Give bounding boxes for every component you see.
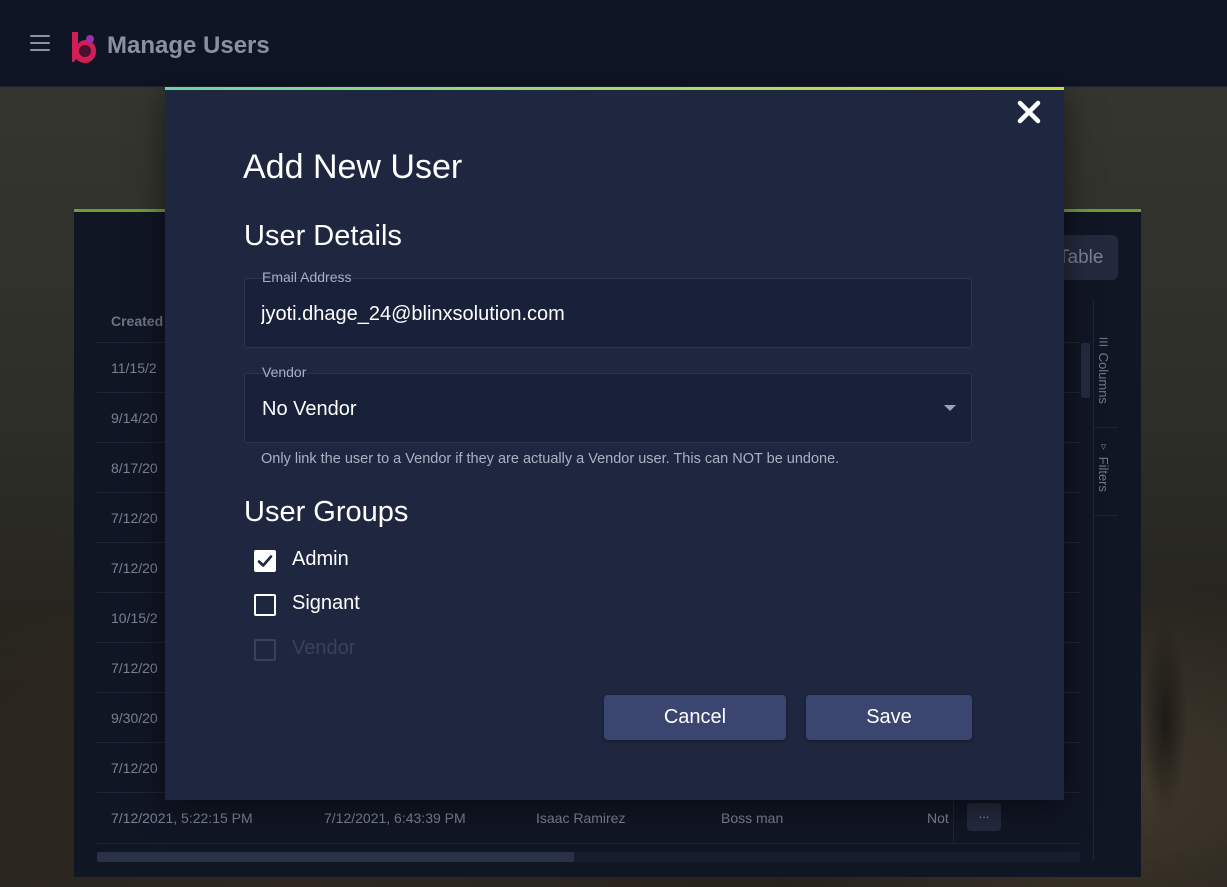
app-bar: Manage Users (0, 0, 1227, 87)
checkbox-label: Vendor (292, 637, 356, 659)
cancel-button[interactable]: Cancel (604, 695, 786, 740)
page-title: Manage Users (107, 32, 270, 59)
checkbox[interactable] (254, 550, 276, 572)
save-button[interactable]: Save (806, 695, 972, 740)
app-logo-icon (72, 32, 96, 63)
user-details-heading: User Details (244, 220, 402, 252)
close-icon[interactable] (1015, 98, 1043, 126)
dialog-accent-bar (165, 87, 1064, 90)
checkbox[interactable] (254, 594, 276, 616)
vendor-label: Vendor (262, 364, 307, 380)
email-input[interactable] (261, 299, 951, 329)
checkbox-label[interactable]: Signant (292, 592, 360, 615)
vendor-selected-value: No Vendor (262, 398, 357, 420)
dialog-title: Add New User (243, 148, 463, 186)
hamburger-menu-icon[interactable] (30, 35, 50, 51)
email-field[interactable]: Email Address (244, 269, 972, 348)
add-user-dialog (165, 87, 1064, 800)
vendor-select[interactable]: Vendor No Vendor (244, 364, 972, 443)
checkbox-label[interactable]: Admin (292, 548, 349, 571)
dropdown-caret-icon[interactable] (944, 405, 956, 411)
checkmark-icon (257, 555, 273, 567)
vendor-helper-text: Only link the user to a Vendor if they a… (261, 451, 840, 467)
email-label: Email Address (262, 269, 352, 285)
checkbox (254, 639, 276, 661)
user-groups-heading: User Groups (244, 496, 409, 528)
